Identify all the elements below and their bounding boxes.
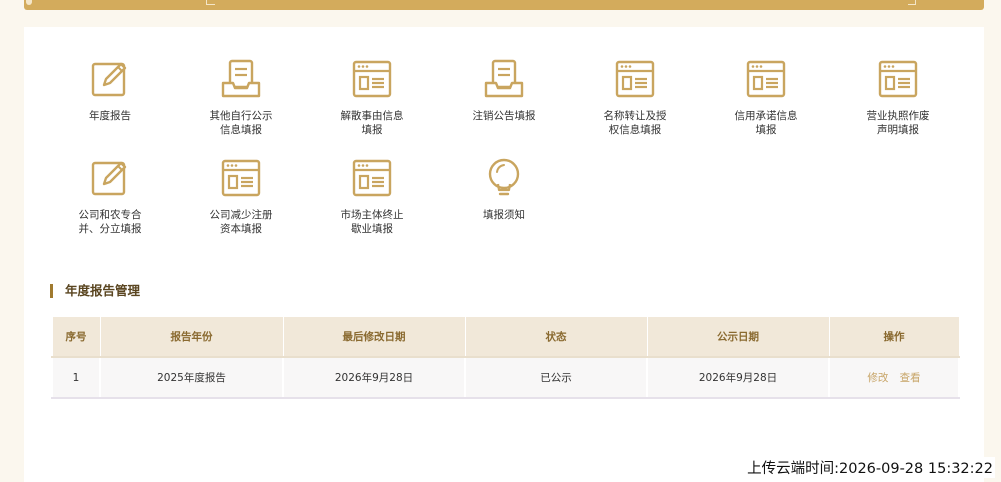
tray-document-icon: [221, 59, 261, 98]
tile-label: 解散事由信息 填报: [340, 110, 404, 136]
tile-label: 营业执照作废 声明填报: [866, 110, 930, 136]
tile-label: 填报须知: [483, 209, 525, 221]
window-list-icon: [878, 60, 918, 98]
tile-label: 市场主体终止 歇业填报: [340, 209, 404, 235]
annual-report-table: 序号 报告年份 最后修改日期 状态 公示日期 操作 1 2025年度报告 202…: [51, 316, 960, 399]
edit-form-icon: [91, 62, 127, 97]
cell-modified-date: 2026年9月28日: [282, 356, 466, 399]
table-row: 1 2025年度报告 2026年9月28日 已公示 2026年9月28日 修改 …: [51, 356, 960, 399]
main-panel: 年度报告 其他自行公示 信息填报 解散事由信息 填报 注销公告填报 名称转让及授…: [24, 27, 984, 482]
banner-decoration: [26, 0, 32, 5]
tile-label: 注销公告填报: [472, 110, 536, 122]
cell-actions: 修改 查看: [828, 356, 960, 399]
tray-document-icon: [484, 59, 524, 98]
window-list-icon: [352, 159, 392, 197]
banner-decoration: [206, 0, 215, 5]
tile-credit-commitment[interactable]: 信用承诺信息 填报: [700, 57, 832, 137]
edit-form-icon: [91, 161, 127, 196]
tile-merger-split[interactable]: 公司和农专合 并、分立填报: [44, 156, 176, 236]
column-header: 序号: [51, 316, 101, 358]
tile-label: 名称转让及授 权信息填报: [603, 110, 667, 136]
column-header: 报告年份: [99, 316, 284, 358]
column-header: 操作: [828, 316, 960, 358]
cell-publish-date: 2026年9月28日: [646, 356, 830, 399]
window-list-icon: [746, 60, 786, 98]
tile-label: 公司和农专合 并、分立填报: [78, 209, 142, 235]
tile-label: 其他自行公示 信息填报: [209, 110, 273, 136]
tile-label: 信用承诺信息 填报: [734, 110, 798, 136]
tile-capital-reduction[interactable]: 公司减少注册 资本填报: [175, 156, 307, 236]
section-title: 年度报告管理: [50, 283, 140, 299]
tile-label: 公司减少注册 资本填报: [209, 209, 273, 235]
window-list-icon: [352, 60, 392, 98]
banner-decoration: [908, 0, 916, 5]
window-list-icon: [221, 159, 261, 197]
column-header: 最后修改日期: [282, 316, 466, 358]
column-header: 公示日期: [646, 316, 830, 358]
lightbulb-icon: [488, 158, 520, 196]
tile-cancellation-notice[interactable]: 注销公告填报: [438, 57, 570, 123]
column-header: 状态: [464, 316, 648, 358]
upload-timestamp: 上传云端时间:2026-09-28 15:32:22: [745, 457, 995, 478]
cell-index: 1: [51, 356, 101, 399]
window-list-icon: [615, 60, 655, 98]
table-header-row: 序号 报告年份 最后修改日期 状态 公示日期 操作: [51, 316, 960, 358]
view-link[interactable]: 查看: [900, 372, 921, 384]
cell-report-year: 2025年度报告: [99, 356, 284, 399]
tile-license-void[interactable]: 营业执照作废 声明填报: [832, 57, 964, 137]
tile-business-termination[interactable]: 市场主体终止 歇业填报: [306, 156, 438, 236]
tile-name-transfer[interactable]: 名称转让及授 权信息填报: [569, 57, 701, 137]
tile-dissolution-info[interactable]: 解散事由信息 填报: [306, 57, 438, 137]
top-banner: [24, 0, 984, 10]
tile-annual-report[interactable]: 年度报告: [44, 57, 176, 123]
cell-status: 已公示: [464, 356, 648, 399]
tile-other-disclosure[interactable]: 其他自行公示 信息填报: [175, 57, 307, 137]
tile-filing-instructions[interactable]: 填报须知: [438, 156, 570, 222]
edit-link[interactable]: 修改: [867, 372, 888, 384]
tile-label: 年度报告: [89, 110, 131, 122]
